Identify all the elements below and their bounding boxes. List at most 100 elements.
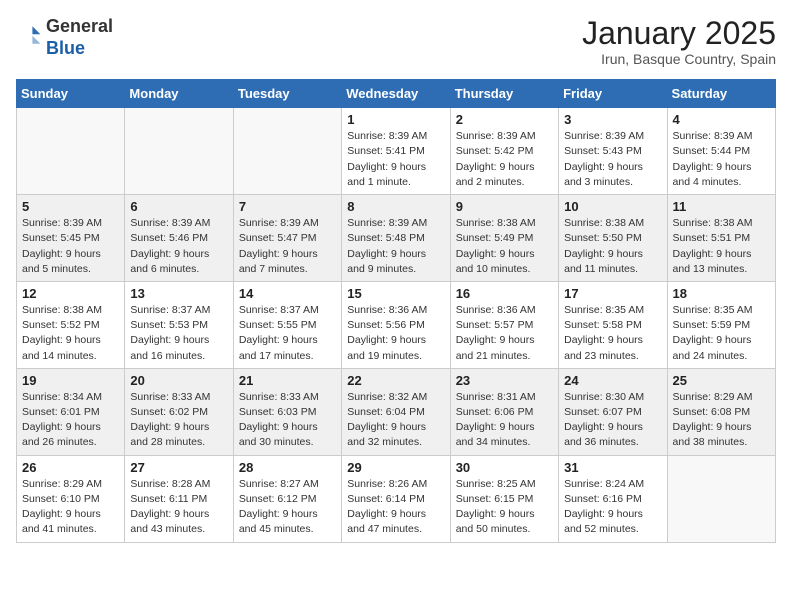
day-info: Sunrise: 8:39 AM Sunset: 5:43 PM Dayligh… — [564, 129, 661, 190]
calendar-cell: 14Sunrise: 8:37 AM Sunset: 5:55 PM Dayli… — [233, 281, 341, 368]
day-info: Sunrise: 8:35 AM Sunset: 5:58 PM Dayligh… — [564, 303, 661, 364]
day-number: 11 — [673, 199, 770, 214]
calendar-cell: 17 Sunrise: 8:35 AM Sunset: 5:58 PM Dayli… — [559, 281, 667, 368]
col-header-thursday: Thursday — [450, 80, 558, 108]
col-header-saturday: Saturday — [667, 80, 775, 108]
calendar-cell: 6 Sunrise: 8:39 AM Sunset: 5:46 PM Daylig… — [125, 195, 233, 282]
day-info: Sunrise: 8:35 AM Sunset: 5:59 PM Dayligh… — [673, 303, 770, 364]
day-number: 5 — [22, 199, 119, 214]
calendar-cell: 24Sunrise: 8:30 AM Sunset: 6:07 PM Dayli… — [559, 368, 667, 455]
day-info: Sunrise: 8:39 AM Sunset: 5:42 PM Dayligh… — [456, 129, 553, 190]
day-info: Sunrise: 8:36 AM Sunset: 5:56 PM Dayligh… — [347, 303, 444, 364]
calendar-cell: 16 Sunrise: 8:36 AM Sunset: 5:57 PM Dayli… — [450, 281, 558, 368]
day-number: 30 — [456, 460, 553, 475]
logo-blue: Blue — [46, 38, 85, 58]
day-number: 18 — [673, 286, 770, 301]
day-number: 15 — [347, 286, 444, 301]
calendar-cell: 26 Sunrise: 8:29 AM Sunset: 6:10 PM Dayli… — [17, 455, 125, 542]
calendar-cell: 27Sunrise: 8:28 AM Sunset: 6:11 PM Dayli… — [125, 455, 233, 542]
calendar-cell: 23 Sunrise: 8:31 AM Sunset: 6:06 PM Dayli… — [450, 368, 558, 455]
calendar-cell: 11Sunrise: 8:38 AM Sunset: 5:51 PM Dayli… — [667, 195, 775, 282]
day-info: Sunrise: 8:39 AM Sunset: 5:41 PM Dayligh… — [347, 129, 444, 190]
location: Irun, Basque Country, Spain — [582, 51, 776, 67]
calendar-cell: 28 Sunrise: 8:27 AM Sunset: 6:12 PM Dayli… — [233, 455, 341, 542]
calendar-cell: 9Sunrise: 8:38 AM Sunset: 5:49 PM Daylig… — [450, 195, 558, 282]
day-number: 23 — [456, 373, 553, 388]
day-info: Sunrise: 8:24 AM Sunset: 6:16 PM Dayligh… — [564, 477, 661, 538]
calendar-cell — [17, 108, 125, 195]
calendar-cell: 12Sunrise: 8:38 AM Sunset: 5:52 PM Dayli… — [17, 281, 125, 368]
col-header-wednesday: Wednesday — [342, 80, 450, 108]
day-number: 27 — [130, 460, 227, 475]
day-info: Sunrise: 8:39 AM Sunset: 5:48 PM Dayligh… — [347, 216, 444, 277]
day-info: Sunrise: 8:29 AM Sunset: 6:08 PM Dayligh… — [673, 390, 770, 451]
day-info: Sunrise: 8:37 AM Sunset: 5:53 PM Dayligh… — [130, 303, 227, 364]
calendar-cell: 2 Sunrise: 8:39 AM Sunset: 5:42 PM Daylig… — [450, 108, 558, 195]
day-number: 25 — [673, 373, 770, 388]
calendar-cell: 18 Sunrise: 8:35 AM Sunset: 5:59 PM Dayli… — [667, 281, 775, 368]
day-number: 8 — [347, 199, 444, 214]
day-number: 6 — [130, 199, 227, 214]
day-info: Sunrise: 8:34 AM Sunset: 6:01 PM Dayligh… — [22, 390, 119, 451]
col-header-friday: Friday — [559, 80, 667, 108]
day-number: 13 — [130, 286, 227, 301]
day-number: 21 — [239, 373, 336, 388]
col-header-sunday: Sunday — [17, 80, 125, 108]
calendar-week-1: 1 Sunrise: 8:39 AM Sunset: 5:41 PM Daylig… — [17, 108, 776, 195]
calendar-week-5: 26 Sunrise: 8:29 AM Sunset: 6:10 PM Dayli… — [17, 455, 776, 542]
day-number: 31 — [564, 460, 661, 475]
day-number: 28 — [239, 460, 336, 475]
page-header: General Blue January 2025 Irun, Basque C… — [16, 16, 776, 67]
calendar-cell: 31 Sunrise: 8:24 AM Sunset: 6:16 PM Dayli… — [559, 455, 667, 542]
logo-general: General — [46, 16, 113, 36]
day-info: Sunrise: 8:39 AM Sunset: 5:47 PM Dayligh… — [239, 216, 336, 277]
calendar-cell — [125, 108, 233, 195]
title-block: January 2025 Irun, Basque Country, Spain — [582, 16, 776, 67]
calendar-cell: 5 Sunrise: 8:39 AM Sunset: 5:45 PM Daylig… — [17, 195, 125, 282]
calendar-cell: 13 Sunrise: 8:37 AM Sunset: 5:53 PM Dayli… — [125, 281, 233, 368]
day-info: Sunrise: 8:39 AM Sunset: 5:45 PM Dayligh… — [22, 216, 119, 277]
day-number: 14 — [239, 286, 336, 301]
col-header-monday: Monday — [125, 80, 233, 108]
day-info: Sunrise: 8:31 AM Sunset: 6:06 PM Dayligh… — [456, 390, 553, 451]
calendar-week-4: 19 Sunrise: 8:34 AM Sunset: 6:01 PM Dayli… — [17, 368, 776, 455]
logo-icon — [18, 23, 42, 47]
day-number: 16 — [456, 286, 553, 301]
day-number: 3 — [564, 112, 661, 127]
day-info: Sunrise: 8:33 AM Sunset: 6:03 PM Dayligh… — [239, 390, 336, 451]
day-number: 1 — [347, 112, 444, 127]
day-info: Sunrise: 8:33 AM Sunset: 6:02 PM Dayligh… — [130, 390, 227, 451]
calendar-cell: 15 Sunrise: 8:36 AM Sunset: 5:56 PM Dayli… — [342, 281, 450, 368]
day-number: 17 — [564, 286, 661, 301]
calendar-table: SundayMondayTuesdayWednesdayThursdayFrid… — [16, 79, 776, 542]
calendar-cell: 29Sunrise: 8:26 AM Sunset: 6:14 PM Dayli… — [342, 455, 450, 542]
day-number: 24 — [564, 373, 661, 388]
col-header-tuesday: Tuesday — [233, 80, 341, 108]
calendar-week-3: 12Sunrise: 8:38 AM Sunset: 5:52 PM Dayli… — [17, 281, 776, 368]
logo: General Blue — [16, 16, 113, 59]
day-info: Sunrise: 8:38 AM Sunset: 5:52 PM Dayligh… — [22, 303, 119, 364]
day-number: 19 — [22, 373, 119, 388]
calendar-cell: 22Sunrise: 8:32 AM Sunset: 6:04 PM Dayli… — [342, 368, 450, 455]
day-info: Sunrise: 8:26 AM Sunset: 6:14 PM Dayligh… — [347, 477, 444, 538]
day-info: Sunrise: 8:39 AM Sunset: 5:46 PM Dayligh… — [130, 216, 227, 277]
calendar-cell: 20 Sunrise: 8:33 AM Sunset: 6:02 PM Dayli… — [125, 368, 233, 455]
day-info: Sunrise: 8:36 AM Sunset: 5:57 PM Dayligh… — [456, 303, 553, 364]
calendar-cell: 30 Sunrise: 8:25 AM Sunset: 6:15 PM Dayli… — [450, 455, 558, 542]
calendar-cell: 3 Sunrise: 8:39 AM Sunset: 5:43 PM Daylig… — [559, 108, 667, 195]
day-number: 4 — [673, 112, 770, 127]
day-number: 26 — [22, 460, 119, 475]
day-info: Sunrise: 8:27 AM Sunset: 6:12 PM Dayligh… — [239, 477, 336, 538]
day-info: Sunrise: 8:39 AM Sunset: 5:44 PM Dayligh… — [673, 129, 770, 190]
day-number: 10 — [564, 199, 661, 214]
calendar-cell: 4 Sunrise: 8:39 AM Sunset: 5:44 PM Daylig… — [667, 108, 775, 195]
day-info: Sunrise: 8:29 AM Sunset: 6:10 PM Dayligh… — [22, 477, 119, 538]
day-info: Sunrise: 8:38 AM Sunset: 5:49 PM Dayligh… — [456, 216, 553, 277]
day-info: Sunrise: 8:25 AM Sunset: 6:15 PM Dayligh… — [456, 477, 553, 538]
month-title: January 2025 — [582, 16, 776, 51]
day-number: 20 — [130, 373, 227, 388]
calendar-cell: 25 Sunrise: 8:29 AM Sunset: 6:08 PM Dayli… — [667, 368, 775, 455]
day-number: 22 — [347, 373, 444, 388]
day-number: 2 — [456, 112, 553, 127]
calendar-header-row: SundayMondayTuesdayWednesdayThursdayFrid… — [17, 80, 776, 108]
